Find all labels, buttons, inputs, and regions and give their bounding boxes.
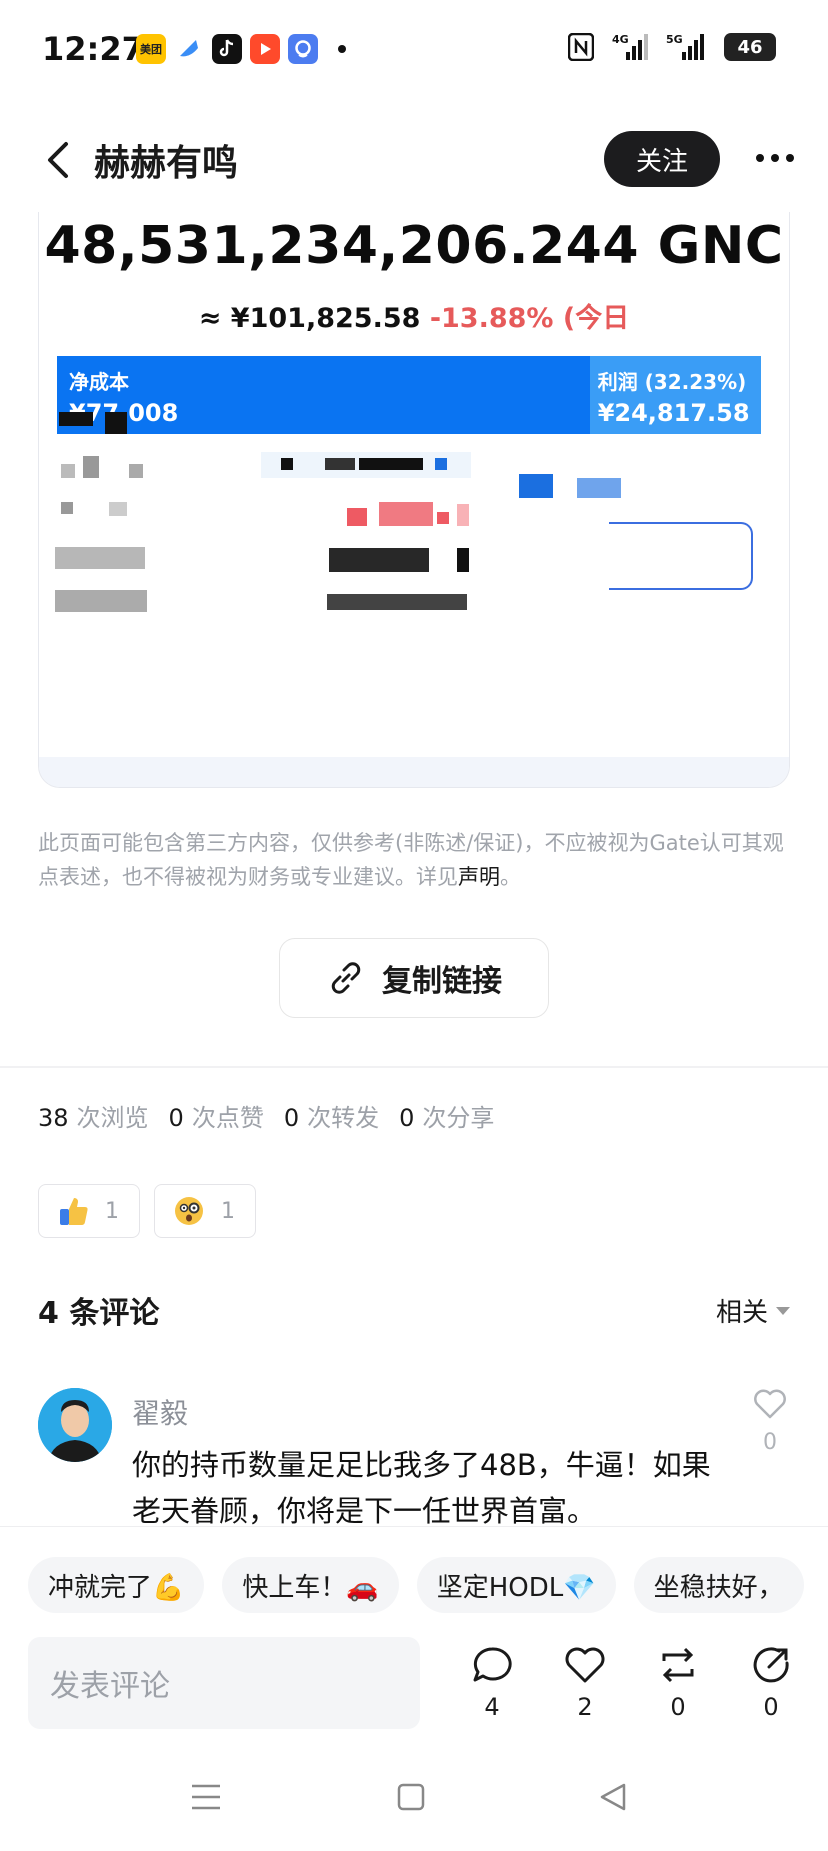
- net-cost-value: ¥77,008: [69, 399, 578, 427]
- holding-amount: 48,531,234,206.244 GNC: [44, 216, 784, 276]
- sort-label: 相关: [715, 1298, 768, 1328]
- qq-icon: [288, 34, 318, 64]
- copy-link-button[interactable]: 复制链接: [279, 938, 549, 1018]
- quick-reply-chip[interactable]: 冲就完了💪: [28, 1557, 205, 1613]
- detail-button-frame: [609, 522, 753, 590]
- net-cost-label: 净成本: [69, 370, 129, 394]
- chevron-down-icon: [776, 1306, 790, 1315]
- share-count: 0: [763, 1693, 779, 1721]
- repost-icon: [662, 1647, 694, 1683]
- author-name[interactable]: 赫赫有鸣: [94, 134, 238, 186]
- card-footer-strip: [39, 757, 789, 787]
- thumbs-up-icon: [60, 1198, 88, 1225]
- reaction-thumbs-up[interactable]: 1: [38, 1184, 140, 1238]
- back-triangle-icon[interactable]: [598, 1782, 628, 1812]
- comment-username[interactable]: 翟毅: [132, 1392, 188, 1432]
- comment-item: 翟毅 你的持币数量足足比我多了48B，牛逼！如果老天眷顾，你将是下一任世界首富。…: [38, 1388, 790, 1528]
- repost-action[interactable]: 0: [648, 1645, 708, 1721]
- home-square-icon[interactable]: [396, 1782, 426, 1812]
- section-divider: [0, 1066, 828, 1068]
- more-notifications-dot: [338, 45, 346, 53]
- likes-stat: 0 次点赞: [168, 1104, 264, 1132]
- comment-sort-dropdown[interactable]: 相关: [716, 1292, 790, 1329]
- nfc-icon: [568, 33, 594, 61]
- views-stat: 38 次浏览: [38, 1104, 149, 1132]
- svg-text:5G: 5G: [666, 33, 683, 46]
- profit-segment: 利润 (32.23%) ¥24,817.58: [589, 356, 761, 434]
- more-options-icon[interactable]: [756, 154, 794, 162]
- like-action[interactable]: 2: [555, 1645, 615, 1721]
- like-count: 2: [577, 1693, 593, 1721]
- signal-4g-icon: 4G: [612, 33, 648, 60]
- quick-reply-chip[interactable]: 快上车！🚗: [222, 1557, 399, 1613]
- quick-reply-chip[interactable]: 坐稳扶好，: [633, 1557, 804, 1613]
- reaction-count: 1: [105, 1198, 119, 1224]
- meituan-icon: 美团: [136, 34, 166, 64]
- comment-count: 4: [484, 1693, 500, 1721]
- disclaimer-text: 此页面可能包含第三方内容，仅供参考(非陈述/保证)，不应被视为Gate认可其观点…: [38, 826, 798, 894]
- heart-icon: [565, 1647, 605, 1683]
- reaction-count: 1: [221, 1198, 235, 1224]
- blue-app-icon: [174, 34, 204, 64]
- system-navigation-bar: [0, 1770, 828, 1830]
- link-icon: [331, 962, 361, 994]
- disclaimer-end: 。: [500, 865, 521, 889]
- quick-reply-chips: 冲就完了💪 快上车！🚗 坚定HODL💎 坐稳扶好，: [28, 1557, 828, 1613]
- status-bar: 12:27 美团 4G 5G 46: [0, 0, 828, 100]
- tiktok-icon: [212, 34, 242, 64]
- post-header: 赫赫有鸣 关注: [0, 110, 828, 210]
- notification-icons: 美团: [136, 34, 346, 64]
- heart-outline-icon: [754, 1389, 786, 1419]
- comment-input[interactable]: 发表评论: [28, 1637, 420, 1729]
- profit-value: ¥24,817.58: [597, 399, 750, 427]
- follow-button[interactable]: 关注: [604, 131, 720, 187]
- signal-5g-icon: 5G: [666, 33, 704, 60]
- share-icon: [753, 1647, 789, 1683]
- menu-icon[interactable]: [190, 1782, 222, 1812]
- comment-text: 你的持币数量足足比我多了48B，牛逼！如果老天眷顾，你将是下一任世界首富。: [132, 1448, 711, 1528]
- post-image[interactable]: 48,531,234,206.244 GNC ≈ ¥101,825.58 -13…: [38, 212, 790, 788]
- copy-link-label: 复制链接: [382, 964, 502, 999]
- comment-like-button[interactable]: 0: [750, 1388, 790, 1455]
- daily-change: -13.88% (今日: [429, 303, 630, 334]
- reposts-stat: 0 次转发: [283, 1104, 380, 1132]
- fiat-value-line: ≈ ¥101,825.58 -13.88% (今日: [39, 296, 789, 335]
- svg-text:4G: 4G: [612, 33, 629, 46]
- back-arrow-icon[interactable]: [40, 138, 80, 182]
- cost-profit-bar: 净成本 ¥77,008 利润 (32.23%) ¥24,817.58: [57, 356, 761, 434]
- shares-stat: 0 次分享: [399, 1104, 495, 1132]
- surprised-face-icon: [175, 1197, 203, 1225]
- comment-action[interactable]: 4: [462, 1645, 522, 1721]
- disclaimer-link[interactable]: 声明: [458, 865, 500, 889]
- reactions: 1 1: [38, 1184, 256, 1238]
- avatar[interactable]: [38, 1388, 112, 1462]
- repost-count: 0: [670, 1693, 686, 1721]
- video-app-icon: [250, 34, 280, 64]
- share-action[interactable]: 0: [741, 1645, 801, 1721]
- disclaimer-body: 此页面可能包含第三方内容，仅供参考(非陈述/保证)，不应被视为Gate认可其观点…: [38, 831, 784, 889]
- status-time: 12:27: [42, 30, 144, 68]
- comment-like-count: 0: [763, 1430, 777, 1455]
- fiat-value: ≈ ¥101,825.58: [198, 303, 430, 334]
- quick-reply-chip[interactable]: 坚定HODL💎: [416, 1557, 616, 1613]
- post-stats: 38 次浏览 0 次点赞 0 次转发 0 次分享: [38, 1098, 494, 1133]
- status-indicators: 4G 5G 46: [568, 32, 776, 62]
- profit-label: 利润 (32.23%): [597, 370, 747, 394]
- net-cost-segment: 净成本 ¥77,008: [57, 356, 590, 434]
- reaction-surprised[interactable]: 1: [154, 1184, 256, 1238]
- comments-title: 4 条评论: [38, 1296, 160, 1331]
- battery-indicator: 46: [724, 33, 776, 61]
- comment-icon: [473, 1647, 512, 1682]
